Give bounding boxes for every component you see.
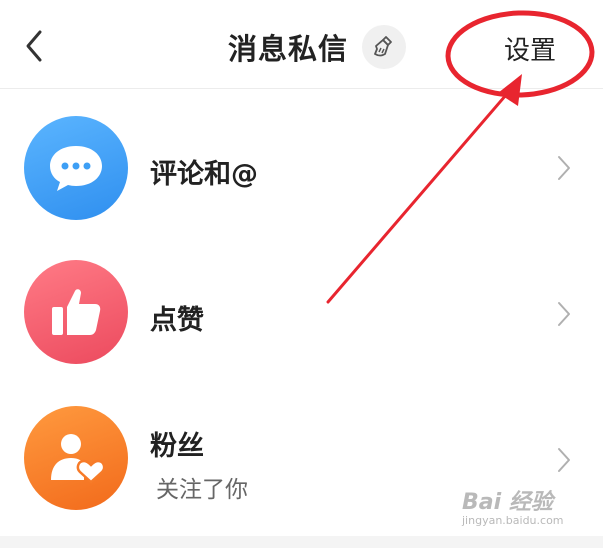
chevron-right-icon (558, 302, 570, 326)
thumbs-up-icon (52, 289, 101, 335)
chevron-left-icon (26, 30, 42, 62)
title-group: 消息私信 (228, 22, 407, 72)
chat-bubble-icon (50, 146, 102, 191)
row-subtitle: 关注了你 (156, 477, 248, 503)
likes-avatar (24, 260, 128, 364)
fans-avatar (24, 406, 128, 510)
comments-avatar (24, 116, 128, 220)
baidu-jingyan-watermark: Bai 经验 jingyan.baidu.com (462, 484, 582, 534)
top-bar: 消息私信 设置 (0, 0, 603, 89)
watermark-main: Bai 经验 (462, 490, 553, 515)
page-title: 消息私信 (228, 32, 349, 66)
chevron-right-icon (558, 448, 570, 472)
row-title: 粉丝 (150, 431, 204, 462)
watermark-sub: jingyan.baidu.com (462, 514, 564, 527)
list-item-comments[interactable]: 评论和@ (0, 98, 603, 238)
settings-button[interactable]: 设置 (504, 30, 556, 67)
bottom-divider (0, 536, 603, 548)
broom-icon (374, 36, 392, 57)
back-button[interactable] (20, 26, 50, 66)
message-page: 消息私信 设置 评论和@ 点赞 粉丝 关注了你 Bai 经验 jingyan.b… (0, 0, 603, 548)
row-title: 点赞 (150, 305, 204, 336)
chevron-right-icon (558, 156, 570, 180)
list-item-likes[interactable]: 点赞 (0, 242, 603, 382)
user-heart-icon (51, 434, 105, 484)
clear-unread-button[interactable] (362, 25, 407, 69)
row-title: 评论和@ (150, 159, 258, 190)
